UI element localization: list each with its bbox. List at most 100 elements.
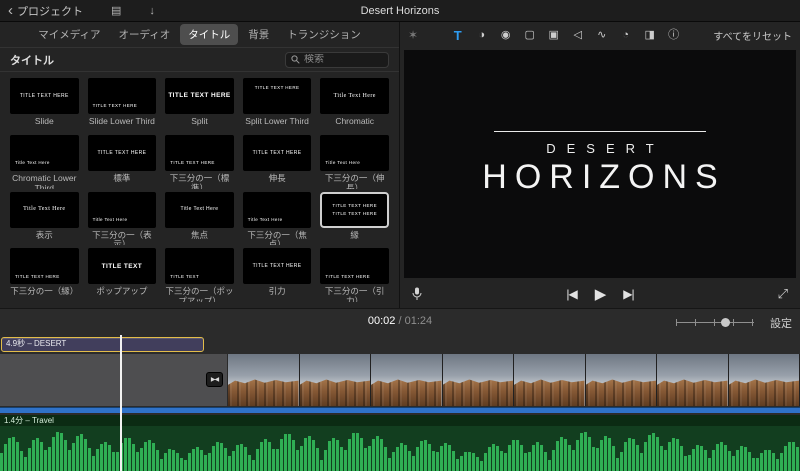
title-template-item[interactable]: TITLE TEXT HERE 伸長 (243, 135, 312, 189)
waveform-bar (356, 433, 359, 471)
stabilization-icon[interactable]: ▣ (547, 30, 561, 41)
back-to-projects-button[interactable]: ‹ プロジェクト (8, 3, 83, 19)
import-icon[interactable]: ↓ (149, 5, 155, 17)
title-template-thumb-text: TITLE TEXT (102, 261, 142, 272)
waveform-bar (720, 442, 723, 471)
viewer[interactable]: DESERT HORIZONS (404, 50, 796, 278)
title-template-thumbnail: TITLE TEXT HERE (88, 78, 157, 114)
title-clip[interactable]: 4.9秒 – DESERT (1, 337, 204, 352)
title-template-item[interactable]: TITLE TEXT HERE 下三分の一（引力） (320, 248, 389, 302)
waveform-bar (772, 453, 775, 471)
titles-grid: TITLE TEXT HERE Slide TITLE TEXT HERE Sl… (0, 72, 399, 308)
title-template-thumb-text: Title Text Here (334, 91, 376, 101)
title-template-thumbnail: TITLE TEXT HERE (88, 135, 157, 171)
waveform-bar (244, 447, 247, 471)
color-balance-icon[interactable]: ◉ (499, 30, 513, 41)
waveform-bar (560, 437, 563, 471)
video-frame-thumbnail (729, 354, 800, 406)
title-template-item[interactable]: Title Text Here 表示 (10, 192, 79, 246)
waveform-bar (368, 446, 371, 471)
timeline-settings-button[interactable]: 設定 (770, 315, 792, 331)
info-icon[interactable]: ⓘ (667, 30, 681, 41)
title-template-thumbnail: Title Text Here (320, 78, 389, 114)
media-tab[interactable]: マイメディア (30, 24, 108, 45)
title-template-item[interactable]: TITLE TEXT HERE 下三分の一（縁） (10, 248, 79, 302)
title-template-item[interactable]: TITLE TEXT HERE Slide Lower Third (88, 78, 157, 132)
waveform-bar (576, 440, 579, 471)
waveform-bar (388, 458, 391, 471)
title-template-item[interactable]: TITLE TEXT ポップアップ (88, 248, 157, 302)
waveform-bar (524, 453, 527, 471)
crop-icon[interactable]: ▢ (523, 30, 537, 41)
waveform-bar (304, 438, 307, 471)
background-clip[interactable] (0, 354, 228, 406)
text-tool-icon[interactable]: T (451, 29, 465, 42)
media-tab[interactable]: トランジション (279, 24, 369, 45)
color-correction-icon[interactable]: ◑ (475, 30, 489, 41)
title-template-thumbnail: TITLE TEXT HERE (243, 135, 312, 171)
waveform-bar (236, 445, 239, 471)
waveform-bar (528, 452, 531, 471)
waveform-bar (288, 434, 291, 471)
waveform-bar (696, 445, 699, 471)
waveform-bar (264, 439, 267, 471)
title-template-item[interactable]: TITLE TEXT HERE 標準 (88, 135, 157, 189)
waveform-bar (164, 453, 167, 471)
waveform-bar (28, 448, 31, 471)
video-frame-thumbnail (371, 354, 443, 406)
title-template-item[interactable]: TITLE TEXT HERE 下三分の一（標準） (165, 135, 234, 189)
title-template-name: 引力 (269, 287, 286, 297)
zoom-slider-thumb[interactable] (721, 318, 730, 327)
title-template-item[interactable]: Title Text Here Chromatic (320, 78, 389, 132)
waveform-bar (172, 450, 175, 471)
media-tab[interactable]: 背景 (240, 24, 277, 45)
title-template-item[interactable]: TITLE TEXT HERE Split (165, 78, 234, 132)
fullscreen-icon[interactable]: ⤢ (778, 286, 788, 302)
waveform-bar (624, 442, 627, 471)
voiceover-mic-icon[interactable] (412, 287, 422, 301)
waveform-bar (280, 439, 283, 471)
media-tab[interactable]: オーディオ (111, 24, 179, 45)
previous-frame-button[interactable]: |◀ (566, 285, 576, 303)
title-template-item[interactable]: Title Text Here 下三分の一（表示） (88, 192, 157, 246)
waveform-bar (156, 450, 159, 471)
waveform-bar (328, 441, 331, 471)
next-frame-button[interactable]: ▶| (623, 285, 633, 303)
search-input[interactable] (304, 54, 383, 65)
waveform-bar (56, 432, 59, 471)
waveform-bar (532, 445, 535, 471)
noise-reduction-icon[interactable]: ∿ (595, 30, 609, 41)
media-browser-icon[interactable]: ▤ (111, 4, 121, 17)
title-template-item[interactable]: Title Text Here 焦点 (165, 192, 234, 246)
playhead[interactable] (120, 335, 122, 471)
title-template-item[interactable]: TITLE TEXT HERE Slide (10, 78, 79, 132)
reset-all-button[interactable]: すべてをリセット (713, 28, 792, 43)
waveform-bar (724, 445, 727, 471)
title-template-item[interactable]: TITLE TEXT HERE TITLE TEXT HERE 縁 (320, 192, 389, 246)
timeline-zoom-slider[interactable] (676, 317, 754, 328)
play-button[interactable]: ▶ (595, 285, 606, 303)
waveform-bar (712, 450, 715, 471)
waveform-bar (128, 438, 131, 471)
waveform-bar (364, 448, 367, 471)
volume-icon[interactable]: ◁ (571, 30, 585, 41)
transition-icon[interactable]: ▶◀ (206, 372, 223, 387)
search-field[interactable] (285, 52, 389, 68)
title-template-item[interactable]: Title Text Here Chromatic Lower Third (10, 135, 79, 189)
waveform-bar (272, 449, 275, 471)
speed-icon[interactable]: ◔ (619, 30, 633, 41)
title-template-item[interactable]: TITLE TEXT 下三分の一（ポップアップ） (165, 248, 234, 302)
video-frame-thumbnail (586, 354, 658, 406)
timeline-tracks[interactable]: 4.9秒 – DESERT ▶◀ 1.4分 – Travel (0, 335, 800, 471)
video-clip[interactable] (228, 354, 800, 406)
title-template-item[interactable]: Title Text Here 下三分の一（焦点） (243, 192, 312, 246)
waveform-bar (500, 451, 503, 471)
waveform-bar (520, 445, 523, 471)
auto-enhance-icon[interactable]: ✶ (408, 28, 418, 42)
title-template-item[interactable]: Title Text Here 下三分の一（伸長） (320, 135, 389, 189)
title-template-item[interactable]: TITLE TEXT HERE 引力 (243, 248, 312, 302)
media-tab[interactable]: タイトル (180, 24, 238, 45)
title-template-item[interactable]: TITLE TEXT HERE Split Lower Third (243, 78, 312, 132)
waveform-bar (536, 442, 539, 471)
clip-filter-icon[interactable]: ◨ (643, 30, 657, 41)
